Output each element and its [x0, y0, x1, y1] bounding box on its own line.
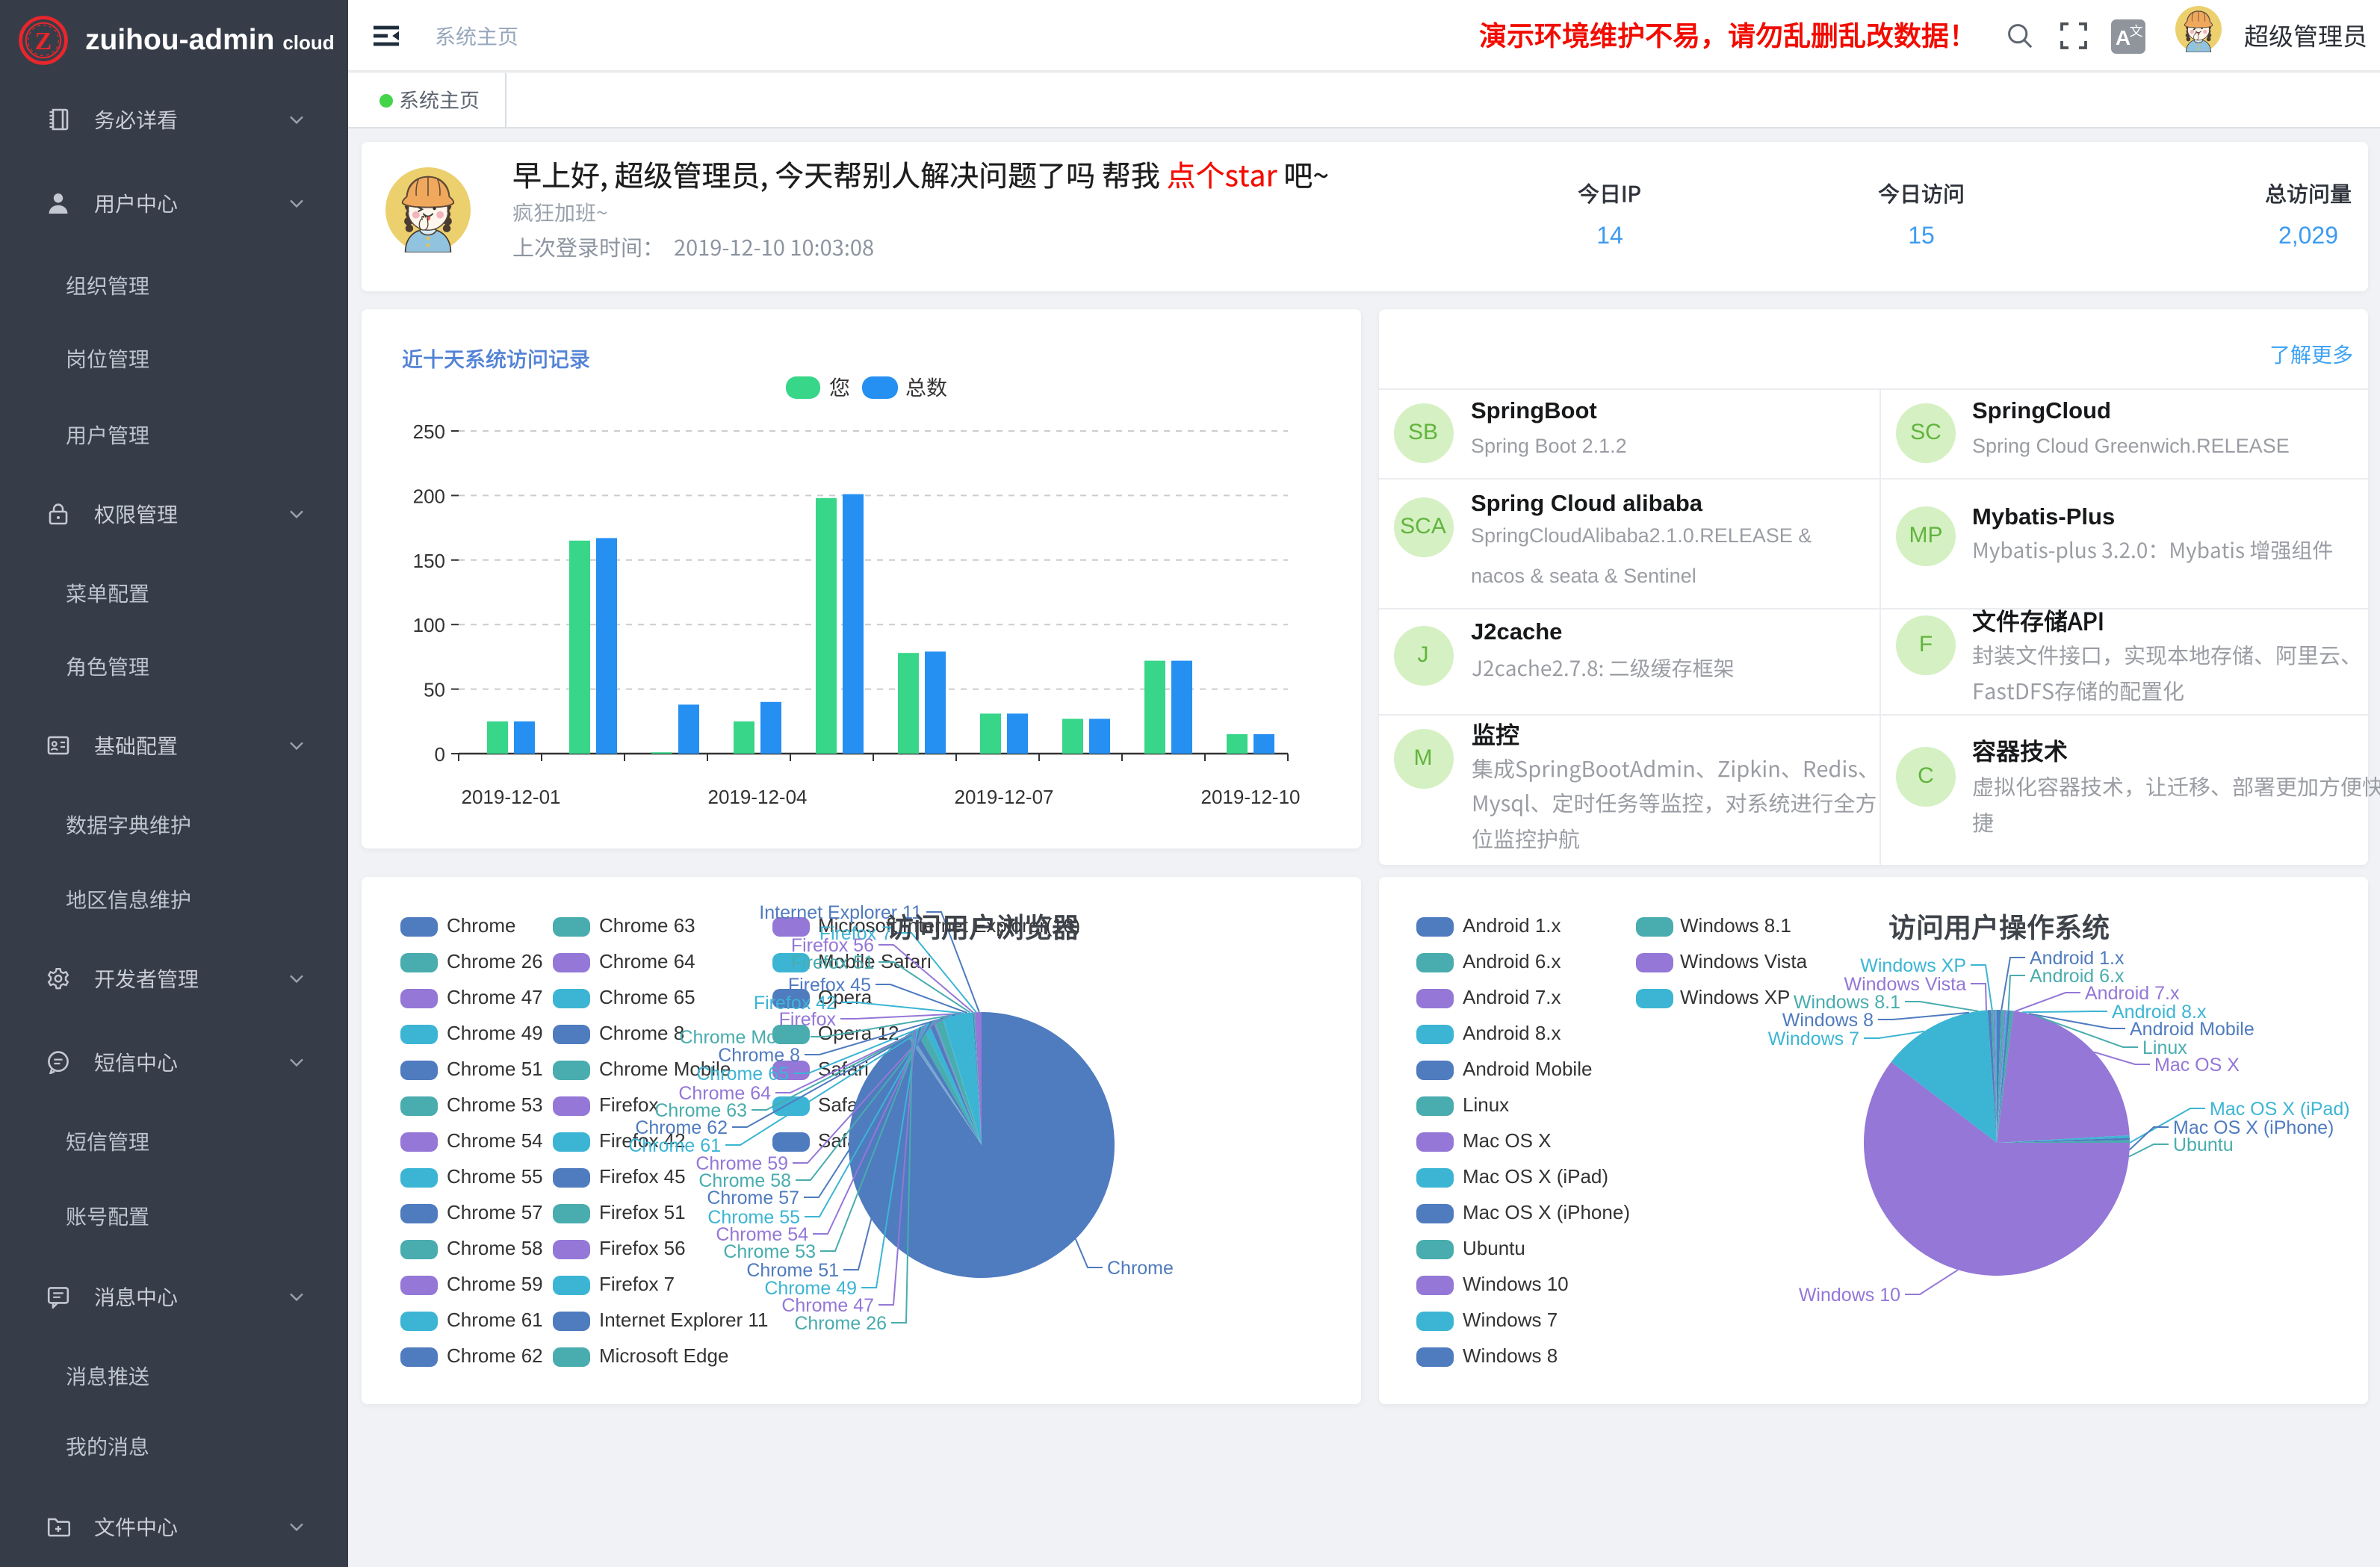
svg-text:Mac OS X (iPad): Mac OS X (iPad) — [2210, 1099, 2350, 1120]
svg-text:250: 250 — [413, 420, 445, 442]
svg-text:Chrome 65: Chrome 65 — [696, 1064, 789, 1085]
svg-text:Windows XP: Windows XP — [1860, 955, 1966, 976]
svg-text:2019-12-01: 2019-12-01 — [462, 785, 561, 807]
svg-text:Chrome 53: Chrome 53 — [723, 1241, 816, 1262]
svg-text:Chrome 57: Chrome 57 — [707, 1188, 799, 1208]
svg-text:200: 200 — [413, 484, 445, 506]
svg-text:100: 100 — [413, 613, 445, 636]
svg-text:A: A — [2116, 26, 2130, 49]
svg-text:Ubuntu: Ubuntu — [2173, 1135, 2234, 1155]
svg-text:Chrome: Chrome — [1107, 1258, 1174, 1279]
svg-text:50: 50 — [424, 678, 445, 701]
svg-text:Chrome 8: Chrome 8 — [718, 1045, 800, 1066]
svg-text:Chrome 26: Chrome 26 — [794, 1313, 887, 1334]
svg-text:2019-12-10: 2019-12-10 — [1201, 785, 1301, 807]
svg-text:Windows 8: Windows 8 — [1782, 1010, 1874, 1031]
svg-text:Z: Z — [35, 28, 52, 55]
svg-text:2019-12-04: 2019-12-04 — [708, 785, 808, 807]
svg-text:Mac OS X: Mac OS X — [2154, 1055, 2240, 1076]
svg-text:150: 150 — [413, 549, 445, 571]
svg-text:2019-12-07: 2019-12-07 — [955, 785, 1054, 807]
svg-text:Windows 7: Windows 7 — [1768, 1028, 1859, 1049]
svg-text:0: 0 — [435, 742, 445, 765]
svg-text:Android Mobile: Android Mobile — [2130, 1019, 2255, 1040]
svg-text:Windows 10: Windows 10 — [1799, 1285, 1900, 1306]
svg-text:Firefox 51: Firefox 51 — [791, 952, 874, 973]
svg-text:Android 7.x: Android 7.x — [2085, 983, 2180, 1004]
